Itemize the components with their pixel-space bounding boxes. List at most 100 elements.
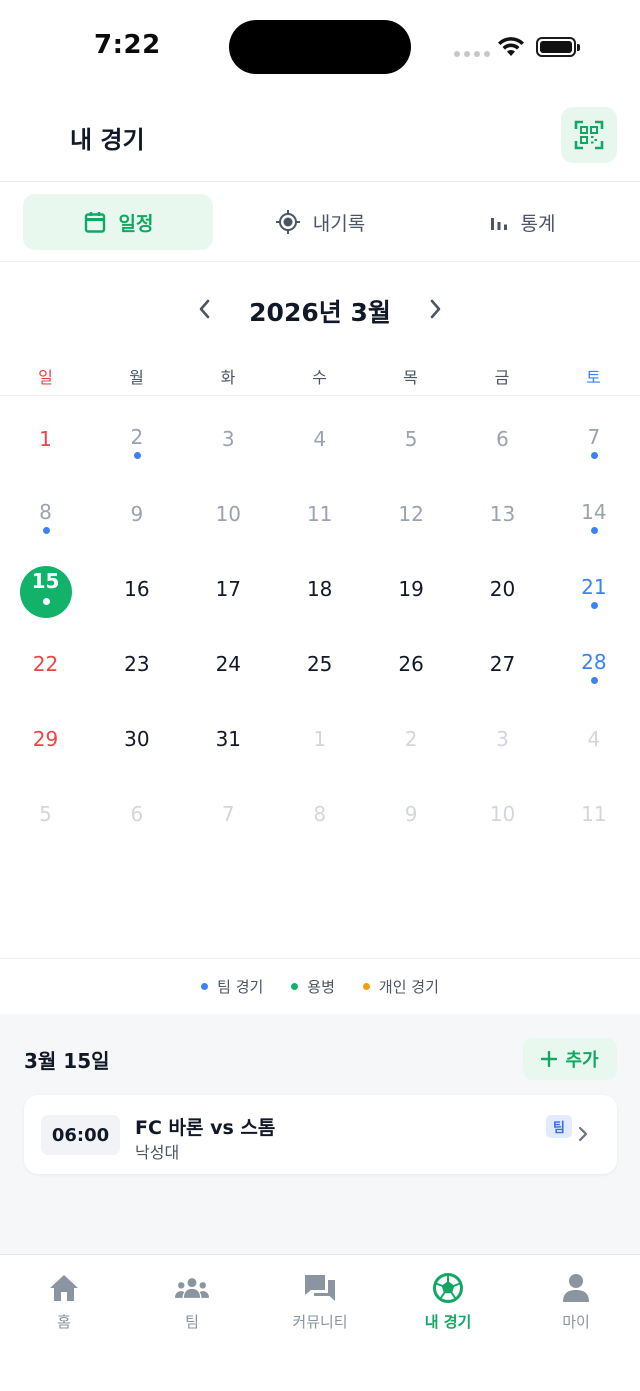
calendar-day-number: 23 — [124, 652, 150, 676]
calendar-day[interactable]: 13 — [457, 480, 548, 555]
calendar-day[interactable]: 28 — [548, 630, 639, 705]
calendar-day-number: 24 — [215, 652, 242, 676]
calendar-day-number: 9 — [130, 502, 144, 526]
calendar-day[interactable]: 1 — [0, 405, 91, 480]
calendar-day-number: 8 — [39, 500, 52, 524]
calendar-day[interactable]: 19 — [366, 555, 457, 630]
calendar-day[interactable]: 8 — [274, 780, 365, 855]
legend-label: 개인 경기 — [378, 978, 439, 996]
calendar-day[interactable]: 9 — [366, 780, 457, 855]
weekday-label: 수 — [312, 368, 327, 387]
chevron-right-icon — [578, 1126, 588, 1142]
calendar-day[interactable]: 16 — [91, 555, 182, 630]
wifi-icon — [498, 37, 524, 56]
calendar-day-number: 25 — [306, 652, 333, 676]
calendar-day[interactable]: 21 — [548, 555, 639, 630]
calendar-day[interactable]: 7 — [548, 405, 639, 480]
legend-dot — [291, 983, 299, 990]
dynamic-island — [229, 20, 411, 74]
event-dot — [590, 527, 598, 534]
tab-schedule[interactable]: 일정 — [23, 194, 213, 250]
qr-scan-button[interactable] — [561, 107, 617, 163]
calendar-day[interactable]: 6 — [91, 780, 182, 855]
weekday-label: 목 — [403, 368, 418, 387]
calendar-day[interactable]: 4 — [274, 405, 365, 480]
match-title: FC 바론 vs 스톰 — [135, 1117, 276, 1139]
calendar-day-number: 12 — [398, 502, 424, 526]
person-icon — [559, 1271, 593, 1305]
calendar-day[interactable]: 22 — [0, 630, 91, 705]
calendar-day[interactable]: 24 — [183, 630, 274, 705]
calendar-day[interactable]: 26 — [366, 630, 457, 705]
weekday-label: 토 — [586, 368, 601, 387]
tab-record[interactable]: 내기록 — [225, 194, 415, 250]
calendar-day[interactable]: 25 — [274, 630, 365, 705]
calendar-day[interactable]: 5 — [0, 780, 91, 855]
month-navigator: 2026년 3월 — [0, 262, 640, 358]
target-icon — [275, 210, 300, 234]
add-match-button[interactable]: 추가 — [523, 1038, 617, 1080]
weekday-label: 화 — [220, 368, 236, 387]
calendar-day-number: 28 — [581, 650, 607, 674]
calendar-day[interactable]: 2 — [366, 705, 457, 780]
legend-item-personal: 개인 경기 — [362, 976, 439, 997]
calendar-day[interactable]: 9 — [91, 480, 182, 555]
nav-home-label: 홈 — [57, 1313, 71, 1331]
calendar-day[interactable]: 31 — [183, 705, 274, 780]
calendar-day[interactable]: 6 — [457, 405, 548, 480]
bottom-navigation: 홈 팀 커뮤니티 내 경기 마이 — [0, 1254, 640, 1391]
calendar-day[interactable]: 12 — [366, 480, 457, 555]
calendar-day[interactable]: 2 — [91, 405, 182, 480]
nav-community[interactable]: 커뮤니티 — [256, 1271, 384, 1332]
nav-my-matches[interactable]: 내 경기 — [384, 1271, 512, 1332]
event-dot — [42, 598, 50, 605]
calendar-day[interactable]: 20 — [457, 555, 548, 630]
match-time: 06:00 — [41, 1115, 120, 1155]
bar-chart-icon — [490, 218, 507, 230]
calendar-day-number: 17 — [215, 577, 242, 601]
calendar-day[interactable]: 23 — [91, 630, 182, 705]
calendar-day[interactable]: 3 — [183, 405, 274, 480]
nav-my-matches-label: 내 경기 — [424, 1313, 472, 1331]
tab-stats[interactable]: 통계 — [427, 194, 617, 250]
match-card[interactable]: 06:00 FC 바론 vs 스톰 낙성대 팀 — [24, 1095, 617, 1174]
calendar-day[interactable]: 27 — [457, 630, 548, 705]
qr-scan-icon — [574, 120, 604, 150]
chat-icon — [303, 1271, 337, 1305]
calendar-day[interactable]: 3 — [457, 705, 548, 780]
chevron-right-icon — [430, 299, 441, 319]
nav-team[interactable]: 팀 — [128, 1271, 256, 1332]
calendar-day-number: 30 — [124, 727, 150, 751]
nav-my-page[interactable]: 마이 — [512, 1271, 640, 1332]
calendar-day-number: 8 — [313, 802, 327, 826]
page-header: 내 경기 — [0, 92, 640, 182]
calendar-day[interactable]: 11 — [548, 780, 639, 855]
calendar-day-number: 31 — [215, 727, 242, 751]
calendar-day[interactable]: 5 — [366, 405, 457, 480]
calendar-day[interactable]: 29 — [0, 705, 91, 780]
calendar-day[interactable]: 18 — [274, 555, 365, 630]
calendar-day-number: 1 — [313, 727, 327, 751]
nav-home[interactable]: 홈 — [0, 1271, 128, 1332]
calendar-day[interactable]: 10 — [183, 480, 274, 555]
calendar-day[interactable]: 17 — [183, 555, 274, 630]
calendar-day-number: 5 — [39, 802, 52, 826]
calendar-day-number: 10 — [215, 502, 242, 526]
calendar-day-selected[interactable]: 15 — [0, 555, 91, 630]
calendar-day[interactable]: 4 — [548, 705, 639, 780]
calendar-day[interactable]: 10 — [457, 780, 548, 855]
calendar-day[interactable]: 8 — [0, 480, 91, 555]
next-month-button[interactable] — [417, 294, 453, 324]
calendar-day-number: 3 — [221, 427, 235, 451]
calendar-day[interactable]: 11 — [274, 480, 365, 555]
calendar-day-number: 4 — [313, 427, 327, 451]
calendar-day[interactable]: 14 — [548, 480, 639, 555]
calendar-day[interactable]: 7 — [183, 780, 274, 855]
weekday-header: 일 월 화 수 목 금 토 — [0, 358, 640, 396]
calendar-day-number: 3 — [496, 727, 509, 751]
calendar-day[interactable]: 30 — [91, 705, 182, 780]
calendar-day[interactable]: 1 — [274, 705, 365, 780]
calendar-day-number: 11 — [581, 802, 607, 826]
weekday-label: 일 — [38, 368, 53, 387]
tab-stats-label: 통계 — [520, 212, 556, 235]
